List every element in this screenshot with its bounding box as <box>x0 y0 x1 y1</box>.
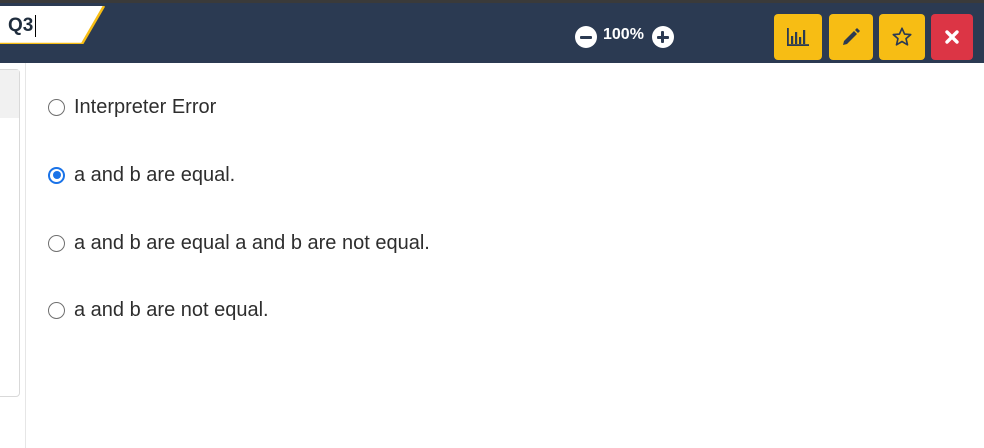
answer-option-selected[interactable]: a and b are equal. <box>48 163 235 187</box>
navigator-active-item[interactable] <box>0 70 19 118</box>
radio-button[interactable] <box>48 98 65 116</box>
stats-button[interactable] <box>774 14 822 60</box>
text-cursor <box>35 15 36 37</box>
question-number: Q3 <box>8 15 34 36</box>
zoom-level: 100% <box>603 26 644 43</box>
answer-option-label: a and b are not equal. <box>74 299 269 321</box>
question-tab[interactable]: Q3 <box>0 6 108 44</box>
edit-button[interactable] <box>829 14 873 60</box>
bar-chart-icon <box>787 28 809 46</box>
radio-button[interactable] <box>48 301 65 319</box>
star-icon <box>892 27 912 46</box>
radio-button[interactable] <box>48 234 65 252</box>
answer-option[interactable]: a and b are not equal. <box>48 298 269 322</box>
question-navigator-panel <box>0 69 20 397</box>
top-bar: Q3 100% <box>0 0 984 63</box>
answer-option[interactable]: a and b are equal a and b are not equal. <box>48 231 430 255</box>
answer-option[interactable]: Interpreter Error <box>48 95 216 119</box>
zoom-out-icon[interactable] <box>575 26 597 48</box>
answer-option-label: a and b are equal. <box>74 164 236 186</box>
answer-option-label: a and b are equal a and b are not equal. <box>74 232 430 254</box>
close-icon <box>945 30 959 44</box>
panel-divider <box>25 63 26 448</box>
radio-button-checked[interactable] <box>48 166 65 184</box>
zoom-in-icon[interactable] <box>651 26 674 48</box>
answer-option-label: Interpreter Error <box>74 96 217 118</box>
zoom-control: 100% <box>575 25 674 49</box>
close-button[interactable] <box>931 14 973 60</box>
bookmark-button[interactable] <box>879 14 925 60</box>
pencil-icon <box>843 28 860 45</box>
